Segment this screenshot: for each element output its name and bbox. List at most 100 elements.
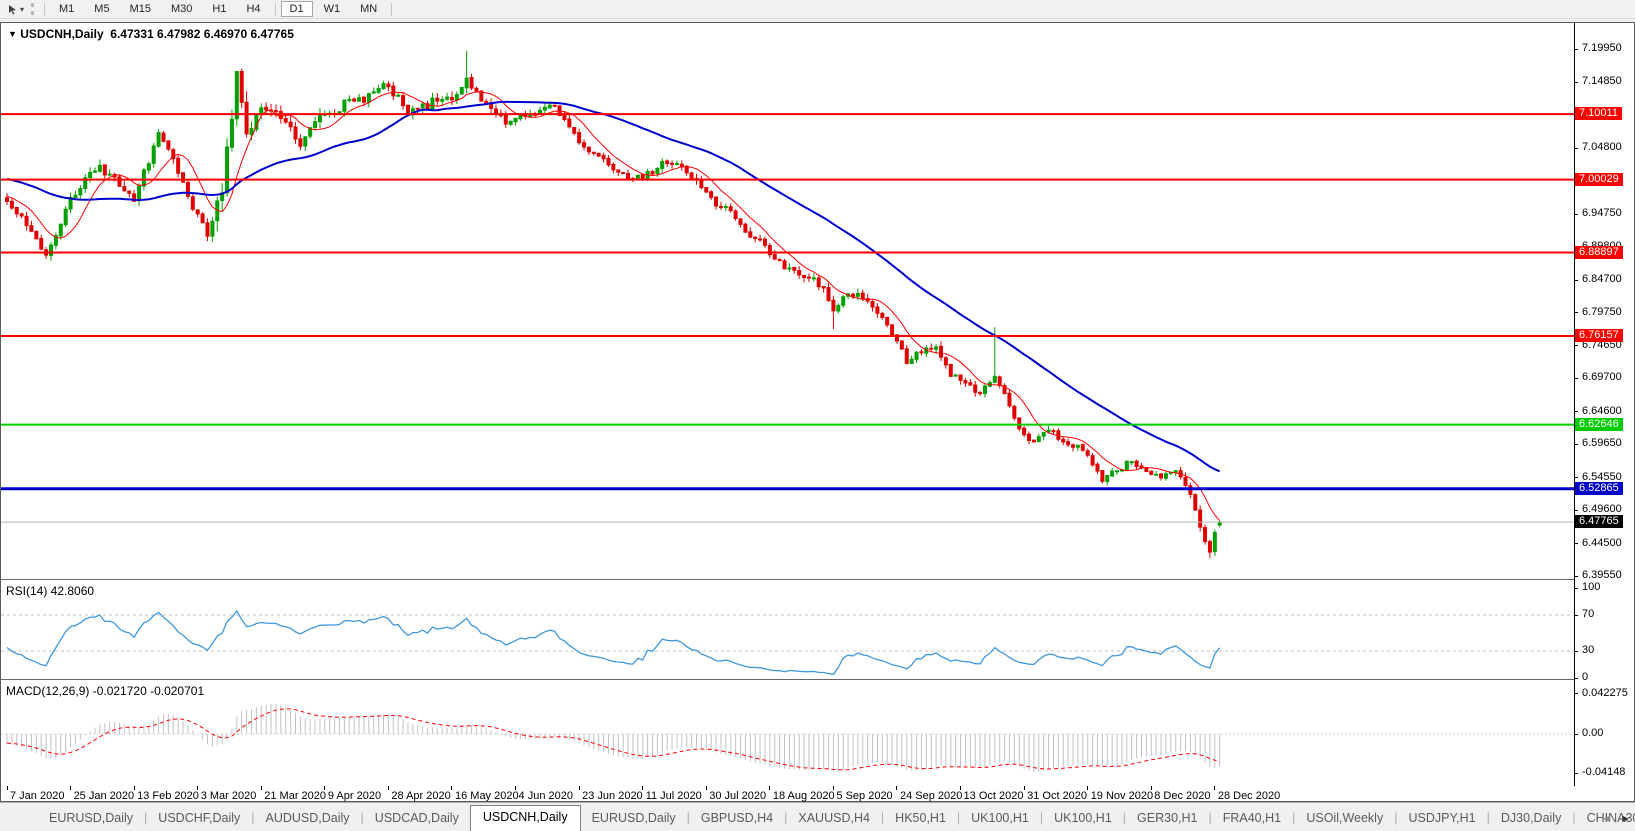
scroll-left-icon[interactable]: ◄ [1601, 813, 1612, 825]
timeframe-button-m1[interactable]: M1 [50, 1, 83, 17]
toolbar-divider [44, 2, 46, 16]
chart-tab-usdcad-daily[interactable]: USDCAD,Daily [364, 807, 470, 831]
cursor-tool-button[interactable]: ▾ [4, 3, 27, 16]
timeframe-button-m15[interactable]: M15 [121, 1, 160, 17]
rsi-panel-canvas[interactable] [1, 580, 1574, 680]
ohlc-open: 6.47331 [110, 27, 154, 41]
rsi-indicator-label: RSI(14) 42.8060 [6, 584, 95, 598]
timeframe-button-w1[interactable]: W1 [315, 1, 350, 17]
scroll-right-icon[interactable]: ► [1620, 813, 1631, 825]
ohlc-close: 6.47765 [250, 27, 294, 41]
candle-body [875, 306, 880, 314]
date-label: 28 Dec 2020 [1217, 790, 1281, 802]
chart-tab-dj30-daily[interactable]: DJ30,Daily [1490, 807, 1572, 831]
candle-body [821, 286, 826, 289]
candle-body [738, 218, 743, 225]
candle-body [718, 206, 723, 209]
candle-body [484, 100, 489, 104]
chart-tab-audusd-daily[interactable]: AUDUSD,Daily [255, 807, 361, 831]
date-tick [134, 786, 135, 790]
candle-body [802, 275, 807, 278]
candle-body [787, 267, 792, 270]
candle-body [190, 196, 195, 210]
candle-body [753, 236, 758, 240]
axis-tick [1574, 510, 1578, 511]
candle-body [811, 277, 816, 280]
chart-tab-uk100-h1[interactable]: UK100,H1 [1043, 807, 1123, 831]
chart-tab-fra40-h1[interactable]: FRA40,H1 [1212, 807, 1292, 831]
date-label: 4 Jun 2020 [518, 790, 573, 802]
chart-tab-ger30-h1[interactable]: GER30,H1 [1126, 807, 1208, 831]
candle-body [459, 86, 464, 95]
chart-tab-usdcnh-daily[interactable]: USDCNH,Daily [469, 805, 581, 831]
macd-panel-canvas[interactable] [1, 680, 1574, 786]
candle-body [919, 351, 924, 354]
candle-body [621, 172, 626, 175]
toolbar-grip[interactable] [31, 3, 35, 15]
price-tick-label: 6.44500 [1582, 536, 1622, 549]
candle-body [317, 113, 322, 123]
candle-body [513, 117, 518, 123]
chart-tab-xauusd-h4[interactable]: XAUUSD,H4 [787, 807, 881, 831]
timeframe-button-h4[interactable]: H4 [237, 1, 269, 17]
price-level-label: 6.47765 [1575, 515, 1623, 529]
trading-terminal: ▾ M1 M5 M15 M30 H1 H4 D1 W1 MN ▼ USDCNH,Daily 6.… [0, 0, 1635, 831]
candle-body [650, 171, 655, 175]
candle-body [1129, 461, 1134, 464]
candle-body [151, 145, 156, 164]
candle-body [200, 213, 205, 224]
date-label: 18 Aug 2020 [772, 790, 835, 802]
candle-body [288, 121, 293, 128]
candle-body [347, 98, 352, 101]
candle-body [34, 230, 39, 240]
chart-tab-eurusd-daily[interactable]: EURUSD,Daily [581, 807, 687, 831]
date-tick [833, 786, 834, 790]
timeframe-button-m5[interactable]: M5 [85, 1, 118, 17]
date-tick [769, 786, 770, 790]
candle-body [1012, 405, 1017, 419]
candle-body [508, 120, 513, 125]
date-label: 19 Nov 2020 [1090, 790, 1154, 802]
chart-tab-usoil-weekly[interactable]: USOil,Weekly [1295, 807, 1394, 831]
price-axis[interactable]: 7.199507.148507.048006.947506.898006.847… [1574, 23, 1635, 786]
candle-body [1203, 527, 1208, 543]
candle-body [699, 179, 704, 189]
timeframe-button-h1[interactable]: H1 [203, 1, 235, 17]
collapse-icon[interactable]: ▼ [8, 29, 17, 39]
candle-body [371, 91, 376, 94]
axis-tick [1574, 148, 1578, 149]
date-label: 3 Mar 2020 [200, 790, 257, 802]
chart-tab-uk100-h1[interactable]: UK100,H1 [960, 807, 1040, 831]
axis-tick [1574, 82, 1578, 83]
candle-body [1041, 431, 1046, 437]
axis-tick [1574, 477, 1578, 478]
date-tick [642, 786, 643, 790]
candle-body [855, 293, 860, 297]
price-tick-label: 6.49600 [1582, 503, 1622, 516]
candle-body [63, 208, 68, 226]
price-level-label: 6.62646 [1575, 417, 1623, 431]
candle-body [870, 300, 875, 308]
candle-body [1207, 541, 1212, 553]
date-label: 5 Sep 2020 [836, 790, 893, 802]
candle-body [1198, 509, 1203, 528]
date-axis[interactable]: 7 Jan 2020 25 Jan 2020 13 Feb 2020 3 Mar 20… [1, 786, 1574, 803]
candle-body [606, 157, 611, 166]
date-label: 30 Jul 2020 [709, 790, 767, 802]
chart-tab-eurusd-daily[interactable]: EURUSD,Daily [38, 807, 144, 831]
date-tick [388, 786, 389, 790]
candle-body [797, 270, 802, 276]
chart-tab-gbpusd-h4[interactable]: GBPUSD,H4 [690, 807, 784, 831]
timeframe-button-d1[interactable]: D1 [280, 1, 313, 17]
chart-tab-usdchf-daily[interactable]: USDCHF,Daily [147, 807, 251, 831]
date-label: 24 Sep 2020 [899, 790, 963, 802]
chart-tab-usdjpy-h1[interactable]: USDJPY,H1 [1397, 807, 1486, 831]
timeframe-button-mn[interactable]: MN [351, 1, 386, 17]
candle-body [1212, 531, 1217, 553]
candle-body [303, 136, 308, 147]
timeframe-button-m30[interactable]: M30 [162, 1, 201, 17]
main-chart-canvas[interactable] [1, 23, 1574, 580]
price-tick-label: 0.00 [1582, 727, 1604, 739]
chart-tab-hk50-h1[interactable]: HK50,H1 [884, 807, 957, 831]
date-tick [960, 786, 961, 790]
